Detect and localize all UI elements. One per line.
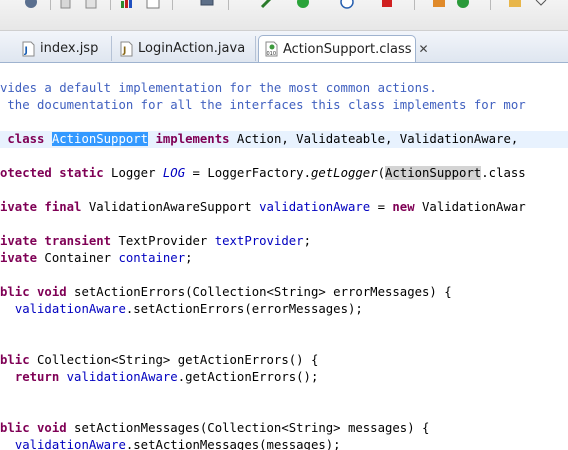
editor-tab-strip: J index.jsp J LoginAction.java 010 Actio… (0, 31, 568, 63)
debug-icon[interactable] (24, 0, 38, 8)
toolbar-separator (50, 0, 51, 10)
toolbar-separator (110, 0, 111, 10)
code-text: = (370, 200, 393, 214)
stop-icon[interactable] (380, 0, 394, 8)
code-text: setActionMessages(Collection<String> mes… (66, 421, 430, 435)
run-icon[interactable] (296, 0, 310, 8)
tab-label: ActionSupport.class (283, 41, 412, 57)
tab-label: index.jsp (40, 41, 99, 56)
monitor-icon[interactable] (200, 0, 214, 8)
code-line: ivate transient TextProvider textProvide… (0, 233, 311, 250)
keyword: blic void (0, 285, 67, 299)
clock-icon[interactable] (340, 0, 354, 9)
static-field: LOG (162, 166, 186, 180)
keyword: new (392, 200, 415, 214)
toolbar-separator (414, 0, 415, 10)
globe-icon[interactable] (456, 0, 470, 8)
close-tab-icon[interactable]: ✕ (419, 42, 429, 56)
tab-actionsupport-class[interactable]: 010 ActionSupport.class ✕ (258, 35, 429, 62)
folder-icon[interactable] (508, 0, 522, 8)
code-text: Action, Validateable, ValidationAware, (229, 132, 519, 146)
code-line: return validationAware.getActionErrors()… (0, 369, 319, 386)
selected-class-name: ActionSupport (51, 132, 149, 146)
keyword: blic void (0, 421, 67, 435)
jsp-file-icon: J (22, 41, 35, 57)
code-text: setActionErrors(Collection<String> error… (66, 285, 452, 299)
svg-text:J: J (122, 46, 126, 56)
code-line: blic Collection<String> getActionErrors(… (0, 352, 318, 369)
code-line: otected static Logger LOG = LoggerFactor… (0, 165, 526, 182)
code-text: .setActionErrors(errorMessages); (125, 302, 363, 316)
keyword: ivate (0, 251, 38, 265)
keyword: return (14, 370, 60, 384)
code-editor[interactable]: vides a default implementation for the m… (0, 63, 568, 450)
copy-icon[interactable] (60, 0, 74, 9)
code-text: .getActionErrors(); (177, 370, 319, 384)
field: validationAware (14, 302, 126, 316)
toolbar-separator (228, 0, 229, 10)
code-text: ( (377, 166, 386, 180)
code-text: Container (37, 251, 119, 265)
code-line-current: class ActionSupport implements Action, V… (0, 131, 568, 148)
keyword: otected static (0, 166, 104, 180)
toolbar-separator (172, 0, 173, 10)
code-text: = LoggerFactory. (185, 166, 311, 180)
code-line: the documentation for all the interfaces… (0, 97, 526, 114)
field: validationAware (14, 438, 126, 450)
code-text: Logger (103, 166, 163, 180)
java-file-icon: J (120, 41, 133, 57)
static-method: getLogger (310, 166, 378, 180)
table-icon[interactable] (146, 0, 160, 9)
comment-text: the documentation for all the interfaces… (0, 98, 526, 112)
svg-text:J: J (24, 46, 28, 56)
comment-text: vides a default implementation for the m… (0, 81, 437, 95)
code-text: ValidationAwar (414, 200, 526, 214)
tab-index-jsp[interactable]: J index.jsp (16, 36, 112, 61)
main-toolbar (0, 0, 568, 31)
code-line: blic void setActionMessages(Collection<S… (0, 420, 429, 437)
tab-label: LoginAction.java (138, 41, 246, 56)
code-text: ValidationAwareSupport (81, 200, 260, 214)
occurrence-highlight: ActionSupport (385, 166, 482, 180)
code-text: Collection<String> getActionErrors() { (29, 353, 319, 367)
toolbar-separator (490, 0, 491, 10)
package-icon[interactable] (432, 0, 446, 8)
keyword: ivate transient (0, 234, 112, 248)
code-line: ivate Container container; (0, 250, 193, 267)
tab-loginaction-java[interactable]: J LoginAction.java (114, 36, 256, 61)
code-text: TextProvider (111, 234, 215, 248)
paste-icon[interactable] (84, 0, 98, 9)
code-line: validationAware.setActionErrors(errorMes… (0, 301, 363, 318)
field: validationAware (259, 200, 371, 214)
tool-icon[interactable] (260, 0, 274, 9)
dropdown-arrow-icon[interactable] (534, 0, 548, 8)
code-text: ; (185, 251, 193, 265)
class-file-icon: 010 (265, 41, 278, 57)
code-line: validationAware.setActionMessages(messag… (0, 437, 341, 450)
code-text: .setActionMessages(messages); (125, 438, 341, 450)
code-text: ; (303, 234, 311, 248)
code-line: vides a default implementation for the m… (0, 80, 437, 97)
code-line: ivate final ValidationAwareSupport valid… (0, 199, 526, 216)
field: container (118, 251, 186, 265)
keyword: ivate final (0, 200, 82, 214)
field: textProvider (214, 234, 304, 248)
code-text: .class (481, 166, 526, 180)
chart-icon[interactable] (120, 0, 134, 8)
keyword: class (0, 132, 52, 146)
svg-text:010: 010 (267, 51, 277, 57)
keyword: blic (0, 353, 30, 367)
field: validationAware (66, 370, 178, 384)
keyword: implements (155, 132, 230, 146)
code-line: blic void setActionErrors(Collection<Str… (0, 284, 452, 301)
